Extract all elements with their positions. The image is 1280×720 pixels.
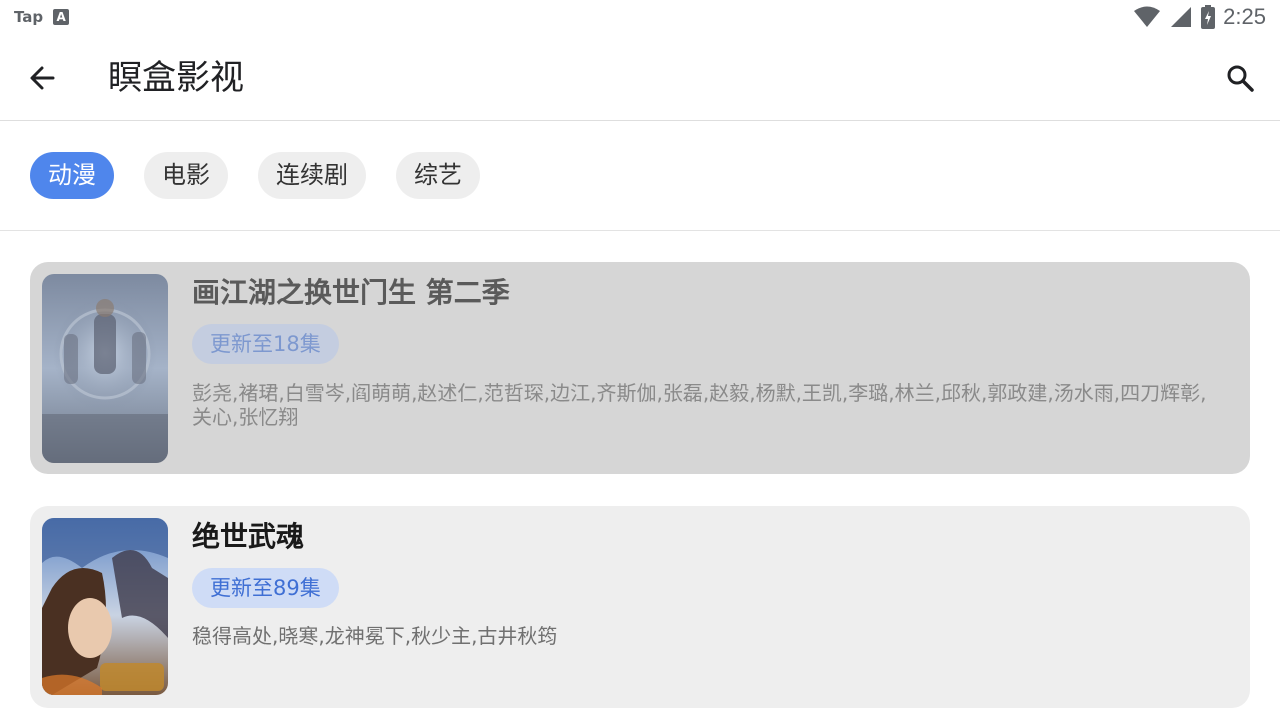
tab-anime[interactable]: 动漫 bbox=[30, 152, 114, 199]
category-tabs: 动漫 电影 连续剧 综艺 bbox=[0, 121, 1280, 231]
arrow-left-icon bbox=[30, 66, 55, 90]
poster-image bbox=[42, 518, 168, 695]
status-right: 2:25 bbox=[1133, 4, 1266, 30]
list-item[interactable]: 画江湖之换世门生 第二季 更新至18集 彭尧,褚珺,白雪岑,阎萌萌,赵述仁,范哲… bbox=[30, 262, 1250, 474]
tab-series[interactable]: 连续剧 bbox=[258, 152, 366, 199]
cast-list: 彭尧,褚珺,白雪岑,阎萌萌,赵述仁,范哲琛,边江,齐斯伽,张磊,赵毅,杨默,王凯… bbox=[192, 381, 1207, 429]
episode-badge: 更新至18集 bbox=[192, 324, 339, 364]
page-title: 瞑盒影视 bbox=[108, 58, 244, 98]
search-icon bbox=[1227, 65, 1254, 92]
cast-list: 稳得高处,晓寒,龙神冕下,秋少主,古井秋筠 bbox=[192, 624, 558, 648]
back-button[interactable] bbox=[20, 56, 64, 100]
wifi-icon bbox=[1134, 6, 1161, 27]
status-left: Tap A bbox=[14, 8, 70, 26]
signal-icon bbox=[1171, 7, 1192, 27]
episode-badge: 更新至89集 bbox=[192, 568, 339, 608]
status-bar: Tap A 2:25 bbox=[0, 0, 1280, 36]
tab-variety[interactable]: 综艺 bbox=[396, 152, 480, 199]
poster-image bbox=[42, 274, 168, 463]
status-app-label: Tap bbox=[14, 8, 44, 26]
app-bar: 瞑盒影视 bbox=[0, 36, 1280, 121]
battery-charging-icon bbox=[1201, 5, 1216, 29]
list-item[interactable]: 绝世武魂 更新至89集 稳得高处,晓寒,龙神冕下,秋少主,古井秋筠 bbox=[30, 506, 1250, 708]
search-button[interactable] bbox=[1218, 56, 1262, 100]
status-time: 2:25 bbox=[1223, 4, 1266, 29]
item-title: 画江湖之换世门生 第二季 bbox=[192, 276, 510, 309]
tab-movie[interactable]: 电影 bbox=[144, 152, 228, 199]
accessibility-icon: A bbox=[53, 9, 70, 25]
item-title: 绝世武魂 bbox=[192, 520, 305, 553]
